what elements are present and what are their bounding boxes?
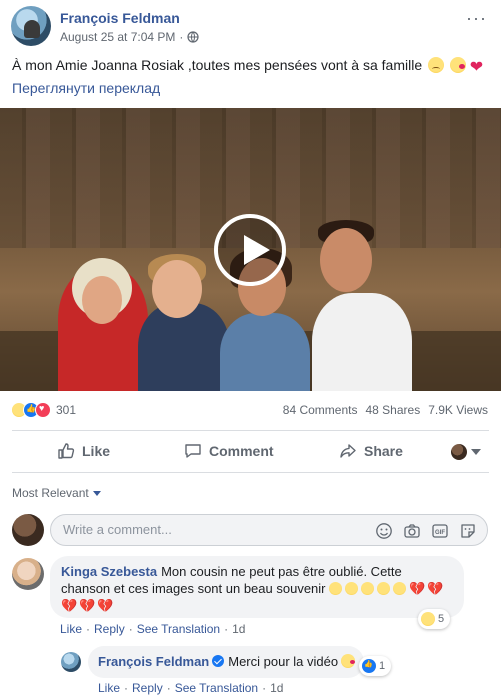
user-avatar xyxy=(451,444,467,460)
more-options-icon[interactable]: ··· xyxy=(466,8,487,29)
chevron-down-icon xyxy=(92,490,101,496)
post-meta: August 25 at 7:04 PM · xyxy=(60,30,200,44)
comment-composer[interactable]: GIF xyxy=(50,514,488,546)
post-text: À mon Amie Joanna Rosiak ,toutes mes pen… xyxy=(12,57,483,77)
comments-count[interactable]: 84 Comments xyxy=(283,403,358,417)
reply-like-link[interactable]: Like xyxy=(98,681,120,695)
sticker-icon[interactable] xyxy=(459,522,477,540)
post-actions-bar: Like Comment Share xyxy=(0,434,501,470)
broken-heart-icon: 💔 xyxy=(409,581,426,596)
share-button[interactable]: Share xyxy=(339,442,403,460)
share-label: Share xyxy=(364,443,403,459)
comment-reply-link[interactable]: Reply xyxy=(94,622,125,636)
crying-face-icon xyxy=(377,582,391,595)
emoji-icon[interactable] xyxy=(375,522,393,540)
see-translation-link[interactable]: Переглянути переклад xyxy=(12,80,160,96)
reply-reaction-count: 1 xyxy=(379,660,386,672)
broken-heart-icon: 💔 xyxy=(61,598,78,613)
red-heart-icon: ❤ xyxy=(469,59,484,76)
crying-face-icon xyxy=(345,582,359,595)
comment-input[interactable] xyxy=(63,522,363,537)
broken-heart-icon: 💔 xyxy=(97,598,114,613)
broken-heart-icon: 💔 xyxy=(79,598,96,613)
post-stats: 301 84 Comments 48 Shares 7.9K Views xyxy=(0,399,501,421)
sad-reaction-icon xyxy=(421,612,435,626)
reply-text: Merci pour la vidéo xyxy=(228,654,339,669)
comment-sort-label: Most Relevant xyxy=(12,486,89,500)
shares-count[interactable]: 48 Shares xyxy=(365,403,420,417)
reply-reactions[interactable]: 1 xyxy=(359,656,392,676)
post-header: François Feldman August 25 at 7:04 PM · … xyxy=(0,0,501,52)
commenter-name[interactable]: Kinga Szebesta xyxy=(61,564,157,579)
author-avatar[interactable] xyxy=(11,6,51,46)
reply-time[interactable]: 1d xyxy=(270,681,283,695)
post-date[interactable]: August 25 at 7:04 PM xyxy=(60,30,175,44)
broken-heart-icon: 💔 xyxy=(427,581,444,596)
camera-icon[interactable] xyxy=(403,522,421,540)
reply-actions: Like · Reply · See Translation · 1d xyxy=(98,681,284,695)
reply-author-name[interactable]: François Feldman xyxy=(98,654,209,669)
comment-translation-link[interactable]: See Translation xyxy=(137,622,220,636)
like-button[interactable]: Like xyxy=(57,442,110,460)
like-reaction-icon xyxy=(362,659,376,673)
meta-separator: · xyxy=(179,30,184,44)
thumbs-up-icon xyxy=(58,443,75,459)
globe-icon[interactable] xyxy=(187,31,200,43)
reply-author-avatar[interactable] xyxy=(61,652,81,672)
kiss-face-icon xyxy=(341,654,356,668)
divider xyxy=(12,472,489,473)
share-arrow-icon xyxy=(340,444,356,458)
reply-reply-link[interactable]: Reply xyxy=(132,681,163,695)
sad-face-icon xyxy=(428,57,444,73)
crying-face-icon xyxy=(361,582,375,595)
love-reaction-icon xyxy=(35,402,51,418)
comment-sort-dropdown[interactable]: Most Relevant xyxy=(12,486,101,500)
chevron-down-icon xyxy=(471,449,481,455)
video-player[interactable] xyxy=(0,108,501,391)
crying-face-icon xyxy=(329,582,343,595)
verified-badge-icon xyxy=(212,655,225,667)
kiss-face-icon xyxy=(449,57,466,73)
comment-button[interactable]: Comment xyxy=(184,442,274,460)
reaction-count[interactable]: 301 xyxy=(56,403,76,417)
like-label: Like xyxy=(82,443,111,459)
reactions-summary[interactable]: 301 xyxy=(11,402,76,418)
comment-reaction-count: 5 xyxy=(438,613,445,625)
gif-icon[interactable]: GIF xyxy=(431,522,449,540)
comment-bubble: Kinga Szebesta Mon cousin ne peut pas êtr… xyxy=(50,556,464,618)
comment-like-link[interactable]: Like xyxy=(60,622,82,636)
comment-actions: Like · Reply · See Translation · 1d xyxy=(60,622,246,636)
engagement-counts: 84 Comments 48 Shares 7.9K Views xyxy=(283,403,488,417)
svg-text:GIF: GIF xyxy=(435,530,445,536)
comment-label: Comment xyxy=(209,443,274,459)
comment-as-selector[interactable] xyxy=(451,444,481,460)
comment-time[interactable]: 1d xyxy=(232,622,245,636)
divider xyxy=(12,430,489,431)
comment-reactions[interactable]: 5 xyxy=(418,609,451,629)
post-author-name[interactable]: François Feldman xyxy=(60,10,180,26)
views-count: 7.9K Views xyxy=(428,403,488,417)
crying-face-icon xyxy=(393,582,407,595)
user-avatar xyxy=(12,514,44,546)
post-text-content: À mon Amie Joanna Rosiak ,toutes mes pen… xyxy=(12,57,423,73)
reply-bubble: François Feldman Merci pour la vidéo xyxy=(88,646,364,678)
composer-tools: GIF xyxy=(375,522,477,540)
play-button-icon[interactable] xyxy=(214,214,286,286)
reply-translation-link[interactable]: See Translation xyxy=(175,681,258,695)
commenter-avatar[interactable] xyxy=(12,558,44,590)
comment-bubble-icon xyxy=(185,444,201,458)
